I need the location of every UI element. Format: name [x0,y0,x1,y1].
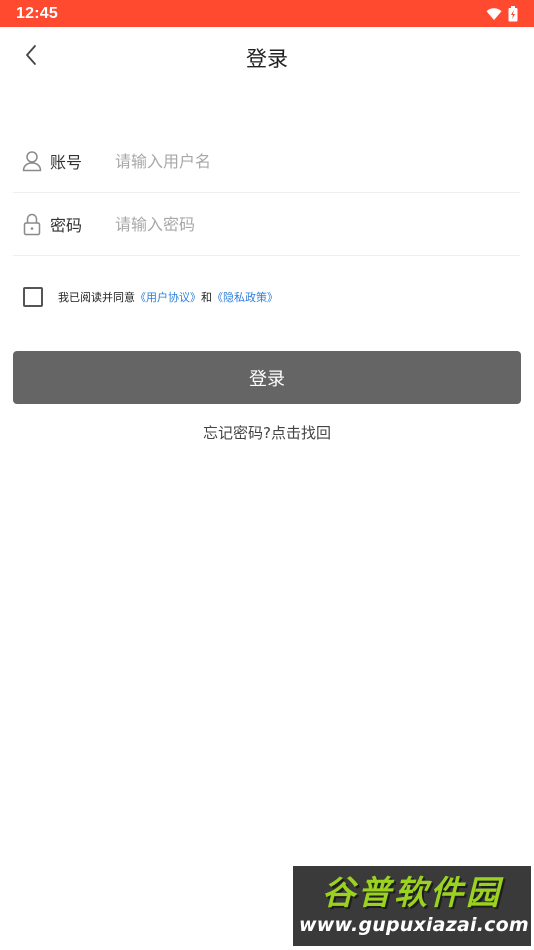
watermark: 谷普软件园 www.gupuxiazai.com [293,866,531,946]
login-button[interactable]: 登录 [13,351,521,404]
battery-icon [508,5,518,22]
status-bar: 12:45 [0,0,534,27]
password-input[interactable] [115,214,475,234]
privacy-policy-link[interactable]: 《隐私政策》 [212,291,278,304]
user-agreement-link[interactable]: 《用户协议》 [135,291,201,304]
agreement-prefix: 我已阅读并同意 [58,291,135,304]
header: 登录 [0,27,534,87]
username-row: 账号 [13,130,520,193]
password-row: 密码 [13,193,520,256]
agreement-and: 和 [201,291,212,304]
agreement-text: 我已阅读并同意《用户协议》和《隐私政策》 [58,289,278,305]
wifi-icon [486,7,502,21]
password-label: 密码 [50,216,83,235]
agreement-row: 我已阅读并同意《用户协议》和《隐私政策》 [23,287,278,307]
watermark-url: www.gupuxiazai.com [299,914,529,936]
page-title: 登录 [246,47,288,71]
username-input[interactable] [115,151,475,171]
username-label: 账号 [50,153,83,172]
status-icons [486,5,518,22]
user-icon [20,149,44,173]
agreement-checkbox[interactable] [23,287,43,307]
status-time: 12:45 [16,4,58,22]
lock-icon [20,212,44,236]
watermark-logo: 谷普软件园 [322,873,502,912]
forgot-password-link[interactable]: 忘记密码?点击找回 [0,422,534,443]
